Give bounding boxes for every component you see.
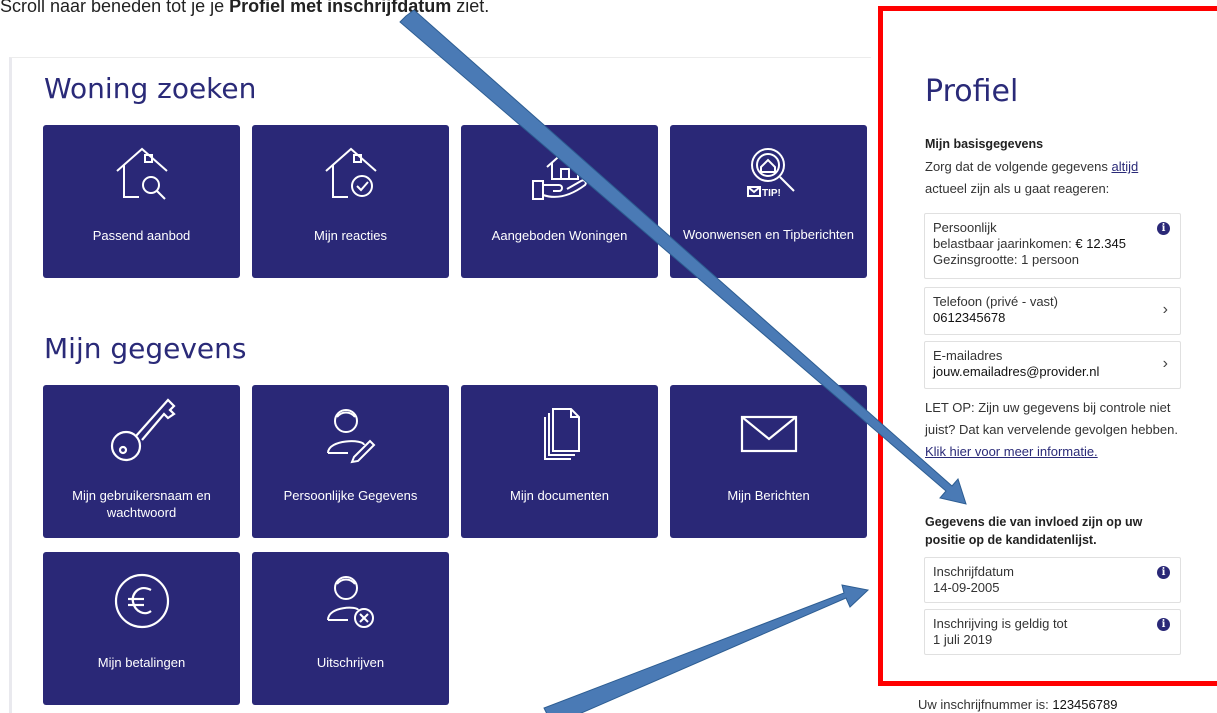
tile-label: Aangeboden Woningen [491,228,628,243]
person-remove-icon [252,566,449,636]
altijd-link[interactable]: altijd [1111,159,1138,174]
email-label: E-mailadres [933,348,1003,363]
warning-text: LET OP: Zijn uw gegevens bij controle ni… [925,400,1178,459]
tile-mijn-reacties[interactable]: Mijn reacties [252,125,449,278]
profile-panel-highlight: Profiel Mijn basisgegevens Zorg dat de v… [878,6,1217,686]
tile-mijn-betalingen[interactable]: Mijn betalingen [43,552,240,705]
svg-text:TIP!: TIP! [762,188,781,199]
tile-label: Mijn Berichten [727,488,810,503]
geldig-tot-label: Inschrijving is geldig tot [933,616,1068,631]
email-value: jouw.emailadres@provider.nl [933,364,1100,379]
positie-heading: Gegevens die van invloed zijn op uw posi… [925,515,1143,547]
envelope-icon [670,399,867,469]
house-search-icon [43,139,240,209]
info-icon[interactable]: i [1157,222,1170,235]
profile-title: Profiel [925,74,1019,109]
tile-woonwensen[interactable]: TIP! Woonwensen en Tipberichten [670,125,867,278]
email-card[interactable]: E-mailadres jouw.emailadres@provider.nl … [924,341,1181,389]
geldig-tot-value: 1 juli 2019 [933,632,993,647]
geldig-tot-card: Inschrijving is geldig tot 1 juli 2019 i [924,609,1181,655]
key-icon [43,395,240,465]
tile-label: Mijn documenten [510,488,609,503]
euro-icon [43,566,240,636]
tile-passend-aanbod[interactable]: Passend aanbod [43,125,240,278]
tile-mijn-berichten[interactable]: Mijn Berichten [670,385,867,538]
documents-icon [461,399,658,469]
gezinsgrootte-line: Gezinsgrootte: 1 persoon [933,252,1079,267]
chevron-right-icon: › [1162,355,1168,372]
magnifier-tip-icon: TIP! [670,139,867,209]
tile-uitschrijven[interactable]: Uitschrijven [252,552,449,705]
tile-label: Woonwensen en Tipberichten [682,227,855,242]
tile-label: Passend aanbod [92,228,191,243]
inschrijfdatum-value: 14-09-2005 [933,580,1000,595]
inschrijfnummer-text: Uw inschrijfnummer is: 123456789 [918,697,1118,712]
persoonlijk-card[interactable]: Persoonlijk belastbaar jaarinkomen: € 12… [924,213,1181,279]
tile-mijn-documenten[interactable]: Mijn documenten [461,385,658,538]
house-check-icon [252,139,449,209]
house-hand-icon [461,139,658,209]
info-icon[interactable]: i [1157,618,1170,631]
dashboard-panel: Woning zoeken Passend aanbod Mijn reacti… [9,57,871,713]
inschrijfdatum-card: Inschrijfdatum 14-09-2005 i [924,557,1181,603]
info-icon[interactable]: i [1157,566,1170,579]
tile-label: Mijn reacties [314,228,387,243]
section-title-woning-zoeken: Woning zoeken [44,72,257,105]
basisgegevens-intro: Zorg dat de volgende gegevens altijd actu… [925,159,1139,196]
person-edit-icon [252,399,449,469]
tile-persoonlijke-gegevens[interactable]: Persoonlijke Gegevens [252,385,449,538]
tile-label: Persoonlijke Gegevens [283,488,418,503]
tile-gebruikersnaam-wachtwoord[interactable]: Mijn gebruikersnaam en wachtwoord [43,385,240,538]
tile-label: Mijn betalingen [97,655,186,670]
inkomen-line: belastbaar jaarinkomen: € 12.345 [933,236,1126,251]
meer-informatie-link[interactable]: Klik hier voor meer informatie. [925,444,1098,459]
tile-label: Uitschrijven [316,655,385,670]
telefoon-card[interactable]: Telefoon (privé - vast) 0612345678 › [924,287,1181,335]
inschrijfdatum-label: Inschrijfdatum [933,564,1014,579]
tile-label: Mijn gebruikersnaam en wachtwoord [72,488,211,520]
basisgegevens-heading: Mijn basisgegevens [925,137,1044,151]
persoonlijk-label: Persoonlijk [933,220,997,235]
telefoon-value: 0612345678 [933,310,1006,325]
telefoon-label: Telefoon (privé - vast) [933,294,1058,309]
section-title-mijn-gegevens: Mijn gegevens [44,332,247,365]
tile-aangeboden-woningen[interactable]: Aangeboden Woningen [461,125,658,278]
chevron-right-icon: › [1162,301,1168,318]
instruction-text: Scroll naar beneden tot je je Profiel me… [0,0,490,16]
